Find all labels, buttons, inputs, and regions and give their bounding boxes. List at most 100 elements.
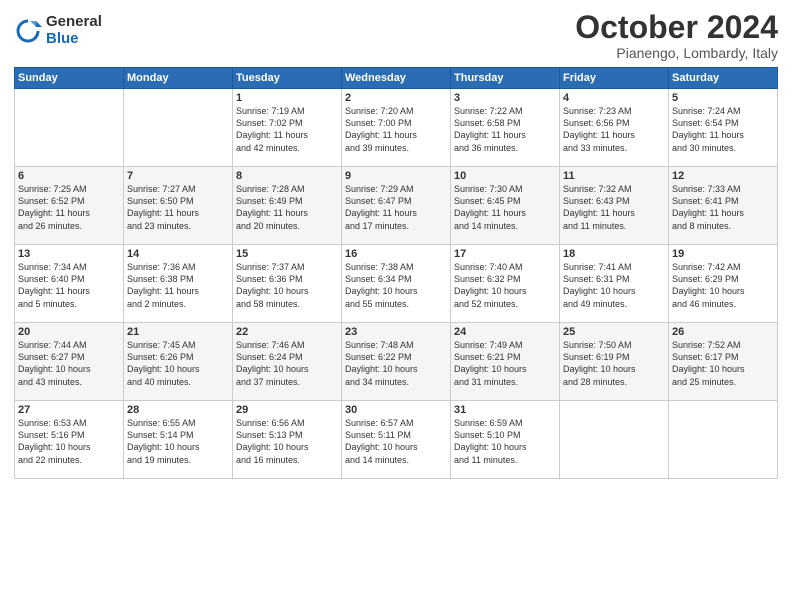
- day-info-text: Sunrise: 7:40 AMSunset: 6:32 PMDaylight:…: [454, 261, 556, 310]
- logo-blue-text: Blue: [46, 31, 102, 48]
- day-number: 11: [563, 170, 665, 182]
- day-number: 12: [672, 170, 774, 182]
- day-number: 1: [236, 92, 338, 104]
- day-info-text: Sunrise: 7:32 AMSunset: 6:43 PMDaylight:…: [563, 183, 665, 232]
- title-section: October 2024 Pianengo, Lombardy, Italy: [575, 10, 778, 61]
- day-info-text: Sunrise: 6:55 AMSunset: 5:14 PMDaylight:…: [127, 417, 229, 466]
- calendar-day-cell: 15Sunrise: 7:37 AMSunset: 6:36 PMDayligh…: [233, 245, 342, 323]
- day-number: 17: [454, 248, 556, 260]
- calendar-day-cell: 31Sunrise: 6:59 AMSunset: 5:10 PMDayligh…: [451, 401, 560, 479]
- day-info-text: Sunrise: 7:41 AMSunset: 6:31 PMDaylight:…: [563, 261, 665, 310]
- calendar-day-cell: 13Sunrise: 7:34 AMSunset: 6:40 PMDayligh…: [15, 245, 124, 323]
- day-number: 3: [454, 92, 556, 104]
- day-of-week-header: Friday: [560, 68, 669, 89]
- day-number: 2: [345, 92, 447, 104]
- day-number: 31: [454, 404, 556, 416]
- calendar-day-cell: 24Sunrise: 7:49 AMSunset: 6:21 PMDayligh…: [451, 323, 560, 401]
- calendar-day-cell: 1Sunrise: 7:19 AMSunset: 7:02 PMDaylight…: [233, 89, 342, 167]
- logo-icon: [14, 17, 42, 45]
- calendar-day-cell: 25Sunrise: 7:50 AMSunset: 6:19 PMDayligh…: [560, 323, 669, 401]
- day-of-week-header: Tuesday: [233, 68, 342, 89]
- day-info-text: Sunrise: 7:25 AMSunset: 6:52 PMDaylight:…: [18, 183, 120, 232]
- day-info-text: Sunrise: 7:24 AMSunset: 6:54 PMDaylight:…: [672, 105, 774, 154]
- day-info-text: Sunrise: 7:33 AMSunset: 6:41 PMDaylight:…: [672, 183, 774, 232]
- calendar-week-row: 1Sunrise: 7:19 AMSunset: 7:02 PMDaylight…: [15, 89, 778, 167]
- calendar-day-cell: 11Sunrise: 7:32 AMSunset: 6:43 PMDayligh…: [560, 167, 669, 245]
- day-info-text: Sunrise: 7:46 AMSunset: 6:24 PMDaylight:…: [236, 339, 338, 388]
- day-number: 22: [236, 326, 338, 338]
- calendar-day-cell: 27Sunrise: 6:53 AMSunset: 5:16 PMDayligh…: [15, 401, 124, 479]
- calendar-day-cell: 26Sunrise: 7:52 AMSunset: 6:17 PMDayligh…: [669, 323, 778, 401]
- calendar-day-cell: 14Sunrise: 7:36 AMSunset: 6:38 PMDayligh…: [124, 245, 233, 323]
- calendar-day-cell: 10Sunrise: 7:30 AMSunset: 6:45 PMDayligh…: [451, 167, 560, 245]
- day-info-text: Sunrise: 7:34 AMSunset: 6:40 PMDaylight:…: [18, 261, 120, 310]
- calendar-day-cell: 30Sunrise: 6:57 AMSunset: 5:11 PMDayligh…: [342, 401, 451, 479]
- calendar-day-cell: 9Sunrise: 7:29 AMSunset: 6:47 PMDaylight…: [342, 167, 451, 245]
- calendar-day-cell: [669, 401, 778, 479]
- day-info-text: Sunrise: 7:28 AMSunset: 6:49 PMDaylight:…: [236, 183, 338, 232]
- calendar-day-cell: 22Sunrise: 7:46 AMSunset: 6:24 PMDayligh…: [233, 323, 342, 401]
- day-number: 13: [18, 248, 120, 260]
- day-of-week-header: Monday: [124, 68, 233, 89]
- day-info-text: Sunrise: 7:42 AMSunset: 6:29 PMDaylight:…: [672, 261, 774, 310]
- day-info-text: Sunrise: 6:59 AMSunset: 5:10 PMDaylight:…: [454, 417, 556, 466]
- day-number: 14: [127, 248, 229, 260]
- day-number: 25: [563, 326, 665, 338]
- calendar-day-cell: [124, 89, 233, 167]
- day-number: 21: [127, 326, 229, 338]
- logo: General Blue: [14, 14, 102, 47]
- day-info-text: Sunrise: 7:22 AMSunset: 6:58 PMDaylight:…: [454, 105, 556, 154]
- day-number: 19: [672, 248, 774, 260]
- calendar-day-cell: 6Sunrise: 7:25 AMSunset: 6:52 PMDaylight…: [15, 167, 124, 245]
- day-number: 7: [127, 170, 229, 182]
- day-number: 29: [236, 404, 338, 416]
- day-number: 4: [563, 92, 665, 104]
- day-info-text: Sunrise: 7:38 AMSunset: 6:34 PMDaylight:…: [345, 261, 447, 310]
- day-of-week-header: Wednesday: [342, 68, 451, 89]
- day-info-text: Sunrise: 7:36 AMSunset: 6:38 PMDaylight:…: [127, 261, 229, 310]
- day-number: 5: [672, 92, 774, 104]
- day-info-text: Sunrise: 6:57 AMSunset: 5:11 PMDaylight:…: [345, 417, 447, 466]
- calendar-table: SundayMondayTuesdayWednesdayThursdayFrid…: [14, 67, 778, 479]
- calendar-day-cell: 8Sunrise: 7:28 AMSunset: 6:49 PMDaylight…: [233, 167, 342, 245]
- day-number: 23: [345, 326, 447, 338]
- day-number: 27: [18, 404, 120, 416]
- calendar-day-cell: 19Sunrise: 7:42 AMSunset: 6:29 PMDayligh…: [669, 245, 778, 323]
- day-info-text: Sunrise: 7:49 AMSunset: 6:21 PMDaylight:…: [454, 339, 556, 388]
- calendar-day-cell: [15, 89, 124, 167]
- day-number: 8: [236, 170, 338, 182]
- day-number: 16: [345, 248, 447, 260]
- calendar-week-row: 13Sunrise: 7:34 AMSunset: 6:40 PMDayligh…: [15, 245, 778, 323]
- calendar-day-cell: 23Sunrise: 7:48 AMSunset: 6:22 PMDayligh…: [342, 323, 451, 401]
- day-of-week-header: Thursday: [451, 68, 560, 89]
- day-info-text: Sunrise: 7:45 AMSunset: 6:26 PMDaylight:…: [127, 339, 229, 388]
- month-title: October 2024: [575, 10, 778, 45]
- day-info-text: Sunrise: 7:48 AMSunset: 6:22 PMDaylight:…: [345, 339, 447, 388]
- day-number: 9: [345, 170, 447, 182]
- calendar-day-cell: 4Sunrise: 7:23 AMSunset: 6:56 PMDaylight…: [560, 89, 669, 167]
- calendar-day-cell: 5Sunrise: 7:24 AMSunset: 6:54 PMDaylight…: [669, 89, 778, 167]
- calendar-week-row: 6Sunrise: 7:25 AMSunset: 6:52 PMDaylight…: [15, 167, 778, 245]
- day-info-text: Sunrise: 7:50 AMSunset: 6:19 PMDaylight:…: [563, 339, 665, 388]
- calendar-day-cell: 28Sunrise: 6:55 AMSunset: 5:14 PMDayligh…: [124, 401, 233, 479]
- day-number: 28: [127, 404, 229, 416]
- calendar-header-row: SundayMondayTuesdayWednesdayThursdayFrid…: [15, 68, 778, 89]
- day-info-text: Sunrise: 7:52 AMSunset: 6:17 PMDaylight:…: [672, 339, 774, 388]
- calendar-day-cell: 21Sunrise: 7:45 AMSunset: 6:26 PMDayligh…: [124, 323, 233, 401]
- day-number: 26: [672, 326, 774, 338]
- day-info-text: Sunrise: 7:30 AMSunset: 6:45 PMDaylight:…: [454, 183, 556, 232]
- calendar-day-cell: 20Sunrise: 7:44 AMSunset: 6:27 PMDayligh…: [15, 323, 124, 401]
- calendar-day-cell: 12Sunrise: 7:33 AMSunset: 6:41 PMDayligh…: [669, 167, 778, 245]
- calendar-day-cell: 18Sunrise: 7:41 AMSunset: 6:31 PMDayligh…: [560, 245, 669, 323]
- calendar-day-cell: 3Sunrise: 7:22 AMSunset: 6:58 PMDaylight…: [451, 89, 560, 167]
- day-number: 30: [345, 404, 447, 416]
- calendar-day-cell: 2Sunrise: 7:20 AMSunset: 7:00 PMDaylight…: [342, 89, 451, 167]
- day-of-week-header: Sunday: [15, 68, 124, 89]
- calendar-day-cell: [560, 401, 669, 479]
- day-info-text: Sunrise: 7:37 AMSunset: 6:36 PMDaylight:…: [236, 261, 338, 310]
- calendar-week-row: 20Sunrise: 7:44 AMSunset: 6:27 PMDayligh…: [15, 323, 778, 401]
- calendar-day-cell: 29Sunrise: 6:56 AMSunset: 5:13 PMDayligh…: [233, 401, 342, 479]
- calendar-day-cell: 16Sunrise: 7:38 AMSunset: 6:34 PMDayligh…: [342, 245, 451, 323]
- day-info-text: Sunrise: 7:44 AMSunset: 6:27 PMDaylight:…: [18, 339, 120, 388]
- location-text: Pianengo, Lombardy, Italy: [575, 45, 778, 61]
